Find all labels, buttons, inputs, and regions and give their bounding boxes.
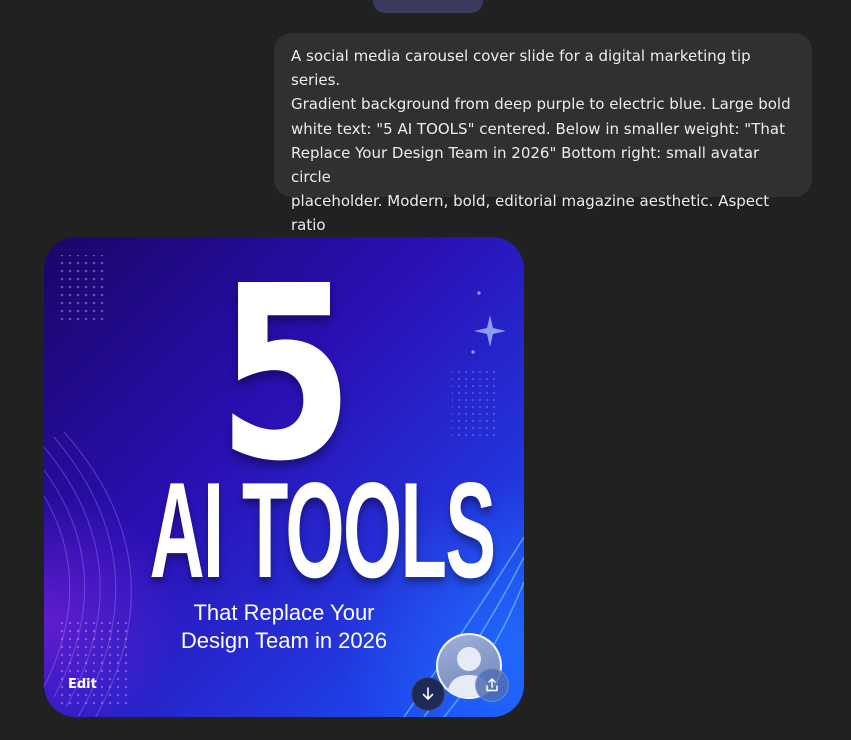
user-message-line: white text: "5 AI TOOLS" centered. Below… xyxy=(291,119,785,138)
previous-message-pill xyxy=(373,0,483,13)
edit-button[interactable]: Edit xyxy=(68,677,97,692)
share-button[interactable] xyxy=(475,668,509,702)
subheadline-line-1: That Replace Your xyxy=(193,600,375,625)
user-message-line: placeholder. Modern, bold, editorial mag… xyxy=(291,192,770,235)
user-message-bubble: A social media carousel cover slide for … xyxy=(274,33,812,259)
user-message-line: A social media carousel cover slide for … xyxy=(291,47,751,90)
user-message-line: Replace Your Design Team in 2026" Bottom… xyxy=(291,143,760,187)
headline-text: AI TOOLS xyxy=(149,454,497,606)
share-upload-icon xyxy=(486,678,498,692)
arrow-down-icon xyxy=(422,687,434,700)
user-message-line: Gradient background from deep purple to … xyxy=(291,95,791,114)
generated-image[interactable]: 5 AI TOOLS That Replace Your Design Team… xyxy=(44,237,524,717)
download-button[interactable] xyxy=(411,677,445,711)
headline-number: 5 xyxy=(217,237,354,514)
chat-page: A social media carousel cover slide for … xyxy=(0,0,851,740)
